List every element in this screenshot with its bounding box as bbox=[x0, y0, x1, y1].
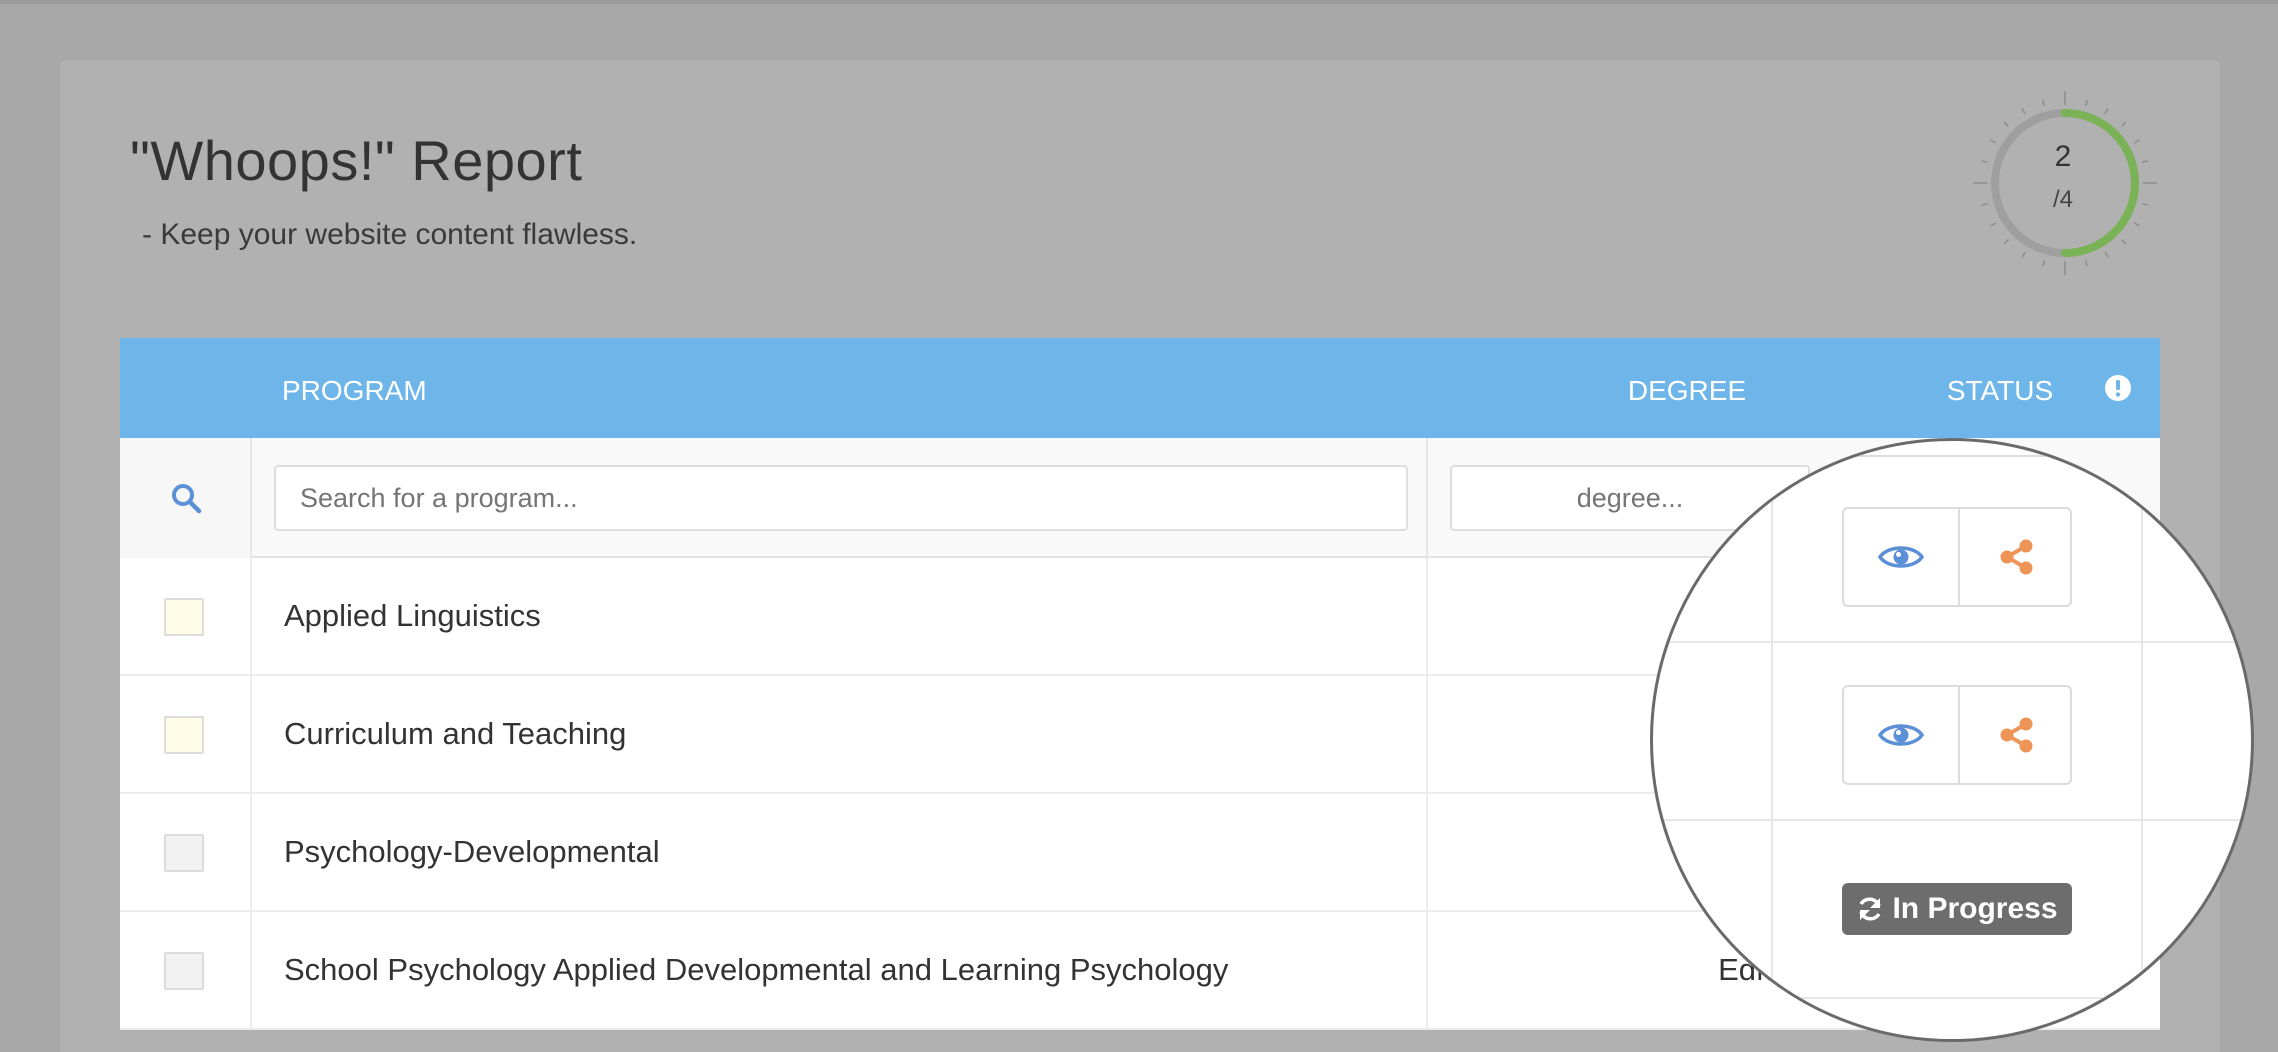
gauge-tick bbox=[2104, 251, 2109, 258]
progress-completed: 2 bbox=[2054, 140, 2072, 173]
program-search-input[interactable] bbox=[274, 465, 1408, 531]
column-divider bbox=[1426, 794, 1428, 912]
share-button[interactable] bbox=[1960, 687, 2074, 783]
page-title: "Whoops!" Report bbox=[130, 129, 583, 192]
row-checkbox[interactable] bbox=[164, 952, 204, 990]
column-header-program[interactable]: PROGRAM bbox=[282, 375, 427, 407]
gauge-tick bbox=[1990, 222, 1997, 227]
row-program: Applied Linguistics bbox=[284, 598, 541, 633]
top-border bbox=[0, 0, 2278, 4]
share-icon bbox=[2000, 717, 2033, 753]
degree-filter-edge bbox=[1843, 455, 2073, 457]
search-icon bbox=[172, 484, 202, 514]
exclamation-circle-icon[interactable] bbox=[2104, 374, 2132, 402]
gauge-tick bbox=[2121, 121, 2127, 127]
column-divider bbox=[1426, 438, 1428, 558]
row-divider bbox=[1653, 819, 2251, 821]
gauge-tick bbox=[2042, 260, 2046, 267]
gauge-tick bbox=[2021, 251, 2026, 258]
gauge-tick bbox=[2003, 121, 2009, 127]
row-program: Curriculum and Teaching bbox=[284, 716, 627, 751]
progress-total: /4 bbox=[2052, 186, 2073, 213]
column-divider bbox=[1426, 676, 1428, 794]
row-checkbox[interactable] bbox=[164, 598, 204, 636]
column-header-degree[interactable]: DEGREE bbox=[1582, 375, 1792, 407]
status-badge-label: In Progress bbox=[1892, 892, 2058, 925]
page-subtitle: - Keep your website content flawless. bbox=[142, 218, 638, 251]
row-program: School Psychology Applied Developmental … bbox=[284, 952, 1229, 987]
gauge-tick bbox=[2084, 99, 2088, 106]
gauge-tick bbox=[2042, 99, 2046, 106]
column-divider bbox=[1426, 912, 1428, 1030]
gauge-tick bbox=[2084, 260, 2088, 267]
row-program: Psychology-Developmental bbox=[284, 834, 660, 869]
share-button[interactable] bbox=[1960, 509, 2074, 605]
row-check-cell bbox=[120, 558, 252, 676]
row-action-group bbox=[1842, 507, 2072, 607]
gauge-progress-arc bbox=[2061, 109, 2139, 257]
filter-icon-cell bbox=[120, 438, 252, 558]
view-button[interactable] bbox=[1844, 687, 1958, 783]
row-check-cell bbox=[120, 794, 252, 912]
view-button[interactable] bbox=[1844, 509, 1958, 605]
row-action-group bbox=[1842, 685, 2072, 785]
share-icon bbox=[2000, 539, 2033, 575]
row-divider bbox=[1653, 641, 2251, 643]
gauge-ticks bbox=[1973, 91, 2157, 275]
row-divider bbox=[1653, 997, 2251, 999]
gauge-tick bbox=[2133, 222, 2140, 227]
refresh-icon bbox=[1859, 897, 1882, 921]
magnifier-lens: In Progress bbox=[1650, 438, 2254, 1042]
column-divider bbox=[1771, 441, 1773, 1039]
row-checkbox[interactable] bbox=[164, 834, 204, 872]
row-check-cell bbox=[120, 676, 252, 794]
table-header: PROGRAM DEGREE STATUS bbox=[120, 338, 2160, 438]
gauge-tick bbox=[2104, 108, 2109, 115]
gauge-tick bbox=[2121, 239, 2127, 245]
row-check-cell bbox=[120, 912, 252, 1030]
status-badge: In Progress bbox=[1842, 883, 2072, 935]
eye-icon bbox=[1878, 546, 1924, 568]
gauge-tick bbox=[2021, 108, 2026, 115]
column-header-status[interactable]: STATUS bbox=[1910, 375, 2090, 407]
eye-icon bbox=[1878, 724, 1924, 746]
gauge-tick bbox=[2003, 239, 2009, 245]
row-checkbox[interactable] bbox=[164, 716, 204, 754]
column-divider bbox=[2141, 441, 2143, 1039]
progress-gauge bbox=[1973, 91, 2157, 275]
column-divider bbox=[1426, 558, 1428, 676]
